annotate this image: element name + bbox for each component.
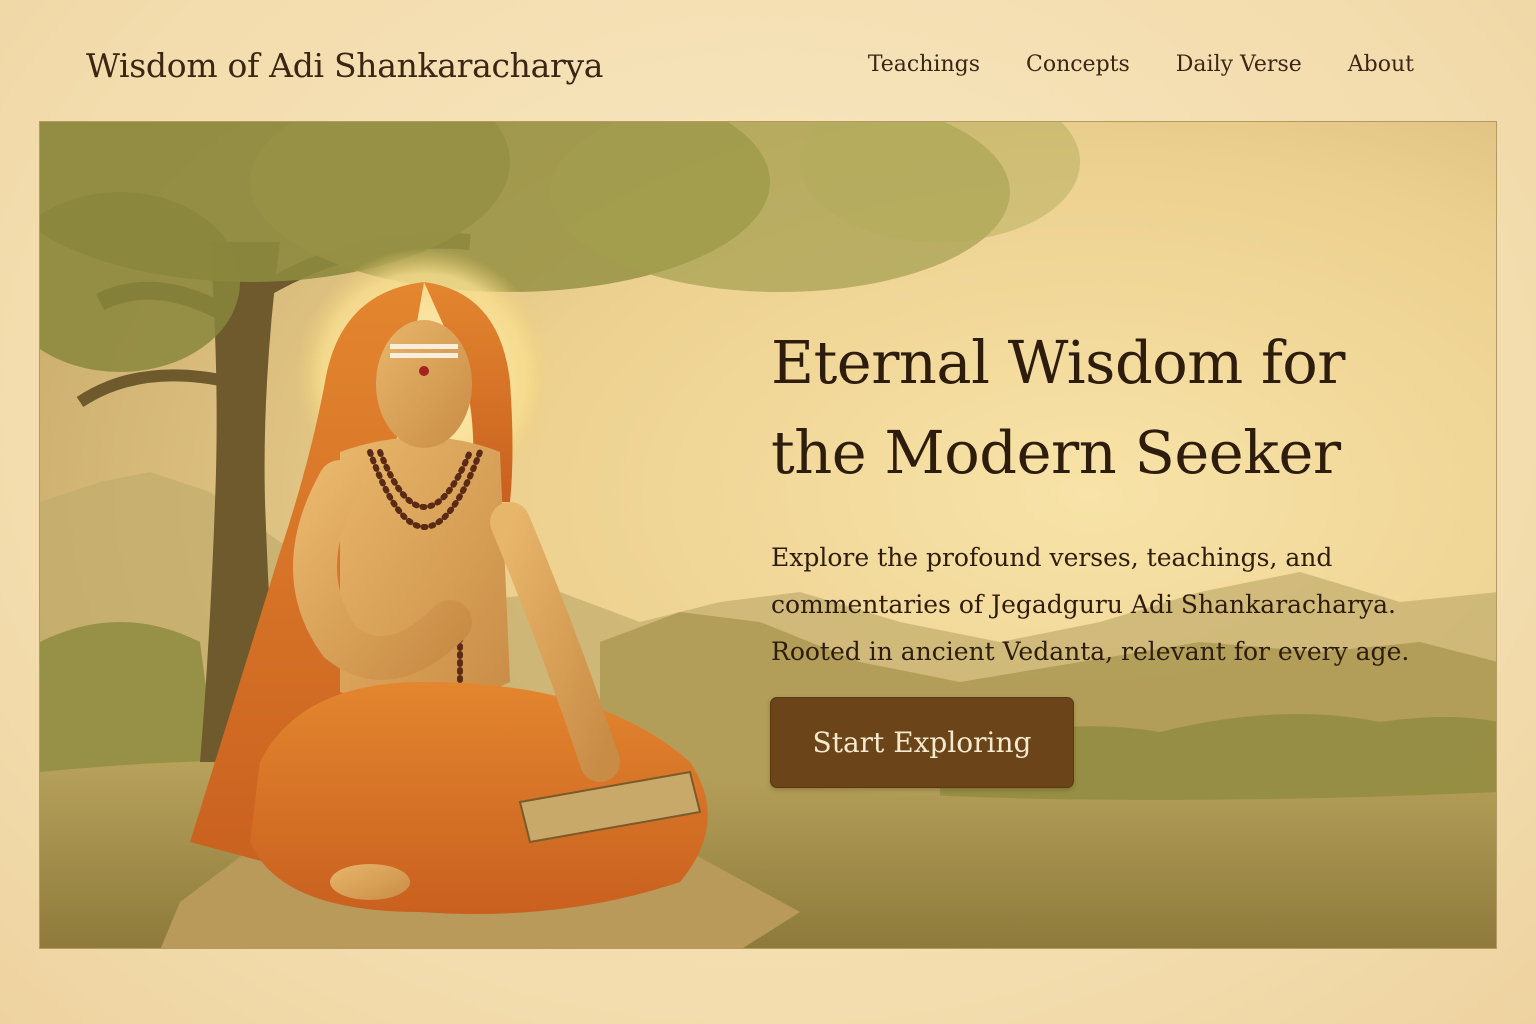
hero-section: Eternal Wisdom for the Modern Seeker Exp… bbox=[39, 121, 1497, 949]
hero-subtitle: Explore the profound verses, teachings, … bbox=[771, 534, 1461, 675]
nav-item-teachings[interactable]: Teachings bbox=[868, 52, 980, 77]
hero-subtitle-line-1: Explore the profound verses, teachings, … bbox=[771, 543, 1333, 572]
nav-item-concepts[interactable]: Concepts bbox=[1026, 52, 1130, 77]
page: Wisdom of Adi Shankaracharya Teachings C… bbox=[0, 0, 1536, 1024]
start-exploring-button[interactable]: Start Exploring bbox=[770, 697, 1074, 788]
hero-subtitle-line-3: Rooted in ancient Vedanta, relevant for … bbox=[771, 637, 1410, 666]
nav-item-about[interactable]: About bbox=[1348, 52, 1414, 77]
hero-title-line-2: the Modern Seeker bbox=[771, 418, 1341, 487]
hero-title: Eternal Wisdom for the Modern Seeker bbox=[771, 318, 1471, 498]
nav-item-daily-verse[interactable]: Daily Verse bbox=[1176, 52, 1302, 77]
hero-text: Eternal Wisdom for the Modern Seeker Exp… bbox=[771, 318, 1471, 675]
hero-title-line-1: Eternal Wisdom for bbox=[771, 328, 1346, 397]
site-title[interactable]: Wisdom of Adi Shankaracharya bbox=[86, 46, 603, 85]
main-nav: Teachings Concepts Daily Verse About bbox=[868, 52, 1414, 77]
site-header: Wisdom of Adi Shankaracharya Teachings C… bbox=[0, 0, 1536, 120]
hero-subtitle-line-2: commentaries of Jegadguru Adi Shankarach… bbox=[771, 590, 1396, 619]
